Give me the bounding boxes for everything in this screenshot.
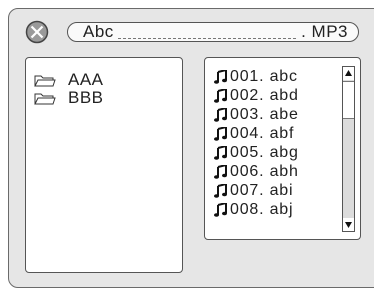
file-label: 005. abg: [230, 143, 299, 161]
music-note-icon: [214, 107, 227, 122]
file-item[interactable]: 002. abd: [214, 86, 299, 105]
file-label: 007. abi: [230, 181, 294, 199]
file-label: 004. abf: [230, 124, 295, 142]
file-label: 003. abe: [230, 105, 299, 123]
scroll-up-arrow-icon: [345, 70, 352, 76]
music-note-icon: [214, 183, 227, 198]
folder-icon: [34, 93, 56, 104]
scroll-up-button[interactable]: [343, 67, 354, 80]
filename-field[interactable]: Abc . MP3: [67, 22, 359, 42]
folder-label: AAA: [68, 70, 104, 89]
file-item[interactable]: 003. abe: [214, 105, 299, 124]
folder-item-aaa[interactable]: AAA: [34, 71, 104, 89]
file-label: 002. abd: [230, 86, 299, 104]
scroll-down-arrow-icon: [345, 222, 352, 228]
file-list: 001. abc 002. abd 003. abe 004. abf 005.…: [204, 57, 361, 240]
file-list-scrollbar[interactable]: [342, 66, 355, 232]
file-item[interactable]: 001. abc: [214, 67, 298, 86]
filename-placeholder-dashes: [118, 38, 296, 39]
folder-item-bbb[interactable]: BBB: [34, 89, 104, 107]
filename-text: Abc: [83, 22, 114, 41]
music-note-icon: [214, 88, 227, 103]
music-note-icon: [214, 202, 227, 217]
music-note-icon: [214, 126, 227, 141]
file-label: 001. abc: [230, 67, 298, 85]
folder-icon: [34, 75, 56, 86]
close-icon[interactable]: [25, 20, 49, 44]
scroll-thumb[interactable]: [343, 81, 354, 119]
file-item[interactable]: 004. abf: [214, 124, 294, 143]
music-note-icon: [214, 164, 227, 179]
file-extension: . MP3: [301, 22, 348, 41]
music-note-icon: [214, 145, 227, 160]
file-item[interactable]: 007. abi: [214, 181, 293, 200]
music-note-icon: [214, 69, 227, 84]
folder-list: AAA BBB: [25, 57, 183, 273]
folder-label: BBB: [68, 88, 104, 107]
file-label: 008. abj: [230, 200, 294, 218]
file-item[interactable]: 005. abg: [214, 143, 299, 162]
file-item[interactable]: 006. abh: [214, 162, 299, 181]
scroll-down-button[interactable]: [343, 218, 354, 231]
file-label: 006. abh: [230, 162, 299, 180]
file-item[interactable]: 008. abj: [214, 200, 293, 219]
